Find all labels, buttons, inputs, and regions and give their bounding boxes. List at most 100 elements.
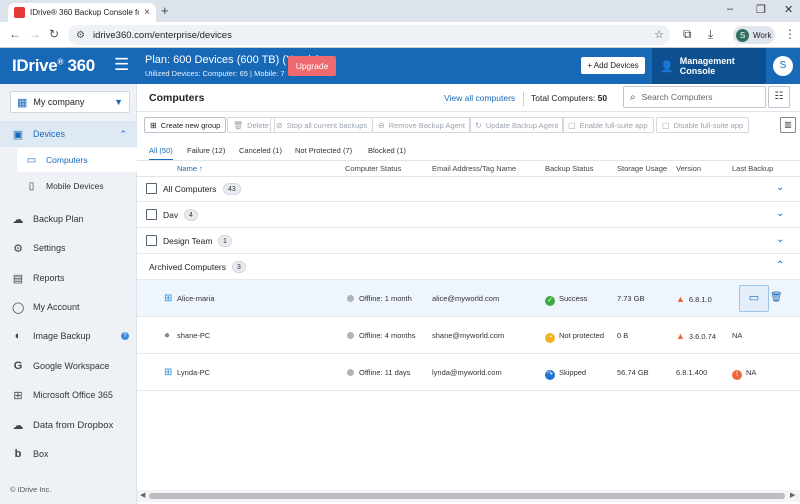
backup-status: ◔ Not protected — [545, 331, 604, 343]
stop-all-backups-button[interactable]: ⊘ Stop all current backups — [270, 117, 374, 133]
sidebar-item-devices[interactable]: ▣ Devices ⌃ — [0, 121, 137, 147]
version: ▲ 3.6.0.74 — [676, 331, 717, 341]
maximize-icon[interactable]: ❐ — [756, 3, 766, 16]
chevron-up-icon[interactable]: ⌃ — [776, 260, 784, 271]
group-count-badge: 1 — [218, 235, 232, 247]
profile-chip[interactable]: S Work — [733, 26, 775, 44]
search-input[interactable] — [641, 92, 752, 102]
sidebar-item-settings[interactable]: ⚙ Settings — [0, 235, 137, 261]
tab-canceled[interactable]: Canceled (1) — [239, 146, 282, 155]
chevron-down-icon[interactable]: ⌄ — [776, 182, 784, 193]
column-header-last-backup[interactable]: Last Backup — [732, 164, 773, 173]
sidebar-item-backup-plan[interactable]: ☁ Backup Plan — [0, 206, 137, 232]
computer-action-button[interactable]: ▭ — [739, 285, 769, 312]
bookmark-star-icon[interactable]: ☆ — [654, 28, 664, 41]
idrive-favicon-icon — [14, 7, 25, 18]
table-row[interactable]: ⊞ Lynda-PC Offline: 11 days lynda@myworl… — [137, 354, 800, 391]
group-checkbox[interactable] — [146, 235, 157, 246]
hamburger-menu-icon[interactable]: ☰ — [114, 55, 129, 75]
computer-name[interactable]: Lynda-PC — [177, 368, 210, 377]
delete-button[interactable]: 🗑 Delete — [227, 117, 275, 133]
sidebar-item-label: Data from Dropbox — [33, 419, 114, 431]
sidebar-item-label: Microsoft Office 365 — [33, 390, 113, 400]
tab-not-protected[interactable]: Not Protected (7) — [295, 146, 352, 155]
new-tab-icon[interactable]: + — [161, 3, 169, 18]
column-header-name[interactable]: Name ↑ — [177, 164, 203, 173]
browser-menu-icon[interactable]: ⋮ — [784, 27, 796, 41]
warning-icon: ▲ — [676, 294, 685, 304]
chevron-down-icon[interactable]: ⌄ — [776, 234, 784, 245]
url-text[interactable]: idrive360.com/enterprise/devices — [93, 30, 232, 41]
management-console-button[interactable]: 👤 Management Console — [652, 48, 766, 84]
computer-name[interactable]: Alice-maria — [177, 294, 215, 303]
computer-name[interactable]: shane-PC — [177, 331, 210, 340]
browser-tab-bar: IDrive® 360 Backup Console fo × + – ❐ ✕ — [0, 0, 800, 22]
group-checkbox[interactable] — [146, 209, 157, 220]
sidebar-item-office-365[interactable]: ⊞ Microsoft Office 365 — [0, 382, 137, 408]
table-row[interactable]: ● shane-PC Offline: 4 months shane@mywor… — [137, 317, 800, 354]
sidebar-item-image-backup[interactable]: ◐ Image Backup ? — [0, 323, 137, 349]
column-header-storage[interactable]: Storage Usage — [617, 164, 667, 173]
help-icon[interactable]: ? — [121, 332, 129, 340]
sidebar-item-reports[interactable]: ▤ Reports — [0, 265, 137, 291]
monitor-icon: ▭ — [26, 154, 37, 166]
storage-usage: 7.73 GB — [617, 294, 645, 303]
group-row[interactable]: Design Team 1 ⌄ — [137, 228, 800, 254]
trash-icon[interactable]: 🗑 — [770, 292, 783, 303]
view-all-computers-link[interactable]: View all computers — [444, 93, 515, 103]
site-info-icon[interactable]: ⚙ — [76, 30, 85, 41]
scrollbar-thumb[interactable] — [149, 493, 785, 499]
column-header-version[interactable]: Version — [676, 164, 701, 173]
column-header-status[interactable]: Computer Status — [345, 164, 401, 173]
sidebar-item-my-account[interactable]: ◯ My Account — [0, 294, 137, 320]
remove-backup-agent-button[interactable]: ⊖ Remove Backup Agent — [372, 117, 471, 133]
tab-blocked[interactable]: Blocked (1) — [368, 146, 406, 155]
enable-full-suite-button[interactable]: ▢ Enable full-suite app — [562, 117, 654, 133]
tab-failure[interactable]: Failure (12) — [187, 146, 225, 155]
horizontal-scrollbar[interactable]: ◀ ▶ — [137, 490, 800, 502]
sidebar-item-box[interactable]: b Box — [0, 441, 137, 467]
group-checkbox[interactable] — [146, 183, 157, 194]
idrive-logo[interactable]: IDrive® 360 — [12, 56, 95, 76]
archived-group-row[interactable]: Archived Computers 3 ⌃ — [137, 254, 800, 280]
company-selector[interactable]: ▦ My company ▼ — [10, 91, 130, 113]
browser-tab[interactable]: IDrive® 360 Backup Console fo × — [8, 3, 156, 22]
user-avatar[interactable]: S — [773, 56, 793, 76]
devices-icon: ▣ — [12, 128, 24, 141]
chevron-down-icon[interactable]: ⌄ — [776, 208, 784, 219]
disable-full-suite-button[interactable]: ▢ Disable full-suite app — [656, 117, 750, 133]
upgrade-button[interactable]: Upgrade — [288, 56, 336, 76]
add-devices-button[interactable]: + Add Devices — [581, 57, 645, 74]
scroll-left-icon[interactable]: ◀ — [140, 491, 145, 499]
columns-toggle-button[interactable]: ▥ — [780, 117, 796, 133]
download-icon[interactable]: ⤓ — [708, 27, 713, 42]
sidebar-item-label: Settings — [33, 243, 66, 253]
forward-icon[interactable]: → — [29, 27, 41, 41]
group-row[interactable]: All Computers 43 ⌄ — [137, 176, 800, 202]
group-count-badge: 43 — [223, 183, 241, 195]
close-tab-icon[interactable]: × — [144, 7, 150, 18]
sidebar-item-dropbox[interactable]: ☁ Data from Dropbox — [0, 412, 137, 438]
column-header-backup-status[interactable]: Backup Status — [545, 164, 593, 173]
column-header-email[interactable]: Email Address/Tag Name — [432, 164, 516, 173]
back-icon[interactable]: ← — [9, 27, 21, 41]
tab-all[interactable]: All (50) — [149, 146, 173, 155]
sidebar-item-mobile-devices[interactable]: ▯ Mobile Devices — [17, 174, 137, 198]
address-bar[interactable]: ⚙ idrive360.com/enterprise/devices ☆ — [68, 25, 670, 45]
group-row[interactable]: Dav 4 ⌄ — [137, 202, 800, 228]
group-name: Design Team — [163, 236, 213, 246]
sidebar-item-google-workspace[interactable]: G Google Workspace — [0, 353, 137, 379]
minimize-icon[interactable]: – — [727, 3, 733, 15]
search-box[interactable]: ⌕ — [623, 86, 766, 108]
cloud-icon: ☁ — [12, 213, 24, 226]
table-row[interactable]: ⊞ Alice-maria Offline: 1 month alice@myw… — [137, 280, 800, 317]
scroll-right-icon[interactable]: ▶ — [790, 491, 795, 499]
extensions-icon[interactable]: ⧉ — [683, 27, 692, 42]
update-backup-agent-button[interactable]: ↻ Update Backup Agent — [469, 117, 565, 133]
remove-icon: ⊖ — [378, 120, 385, 130]
create-new-group-button[interactable]: ⊞ Create new group — [144, 117, 227, 133]
sidebar-item-computers[interactable]: ▭ Computers — [17, 148, 137, 172]
close-window-icon[interactable]: ✕ — [784, 3, 793, 16]
reload-icon[interactable]: ↻ — [49, 27, 59, 41]
filter-settings-button[interactable]: ☷ — [768, 86, 790, 108]
